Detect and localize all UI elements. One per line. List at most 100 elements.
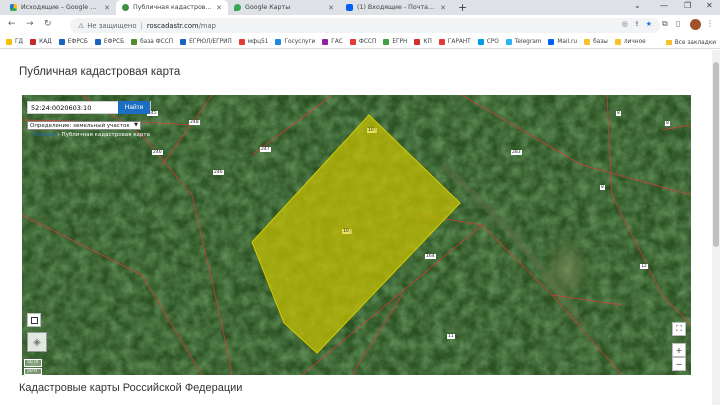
reload-icon[interactable]: ↻ bbox=[44, 19, 52, 29]
share-icon[interactable]: ⇪ bbox=[634, 20, 640, 28]
url-host: roscadastr.com bbox=[146, 21, 199, 30]
google-maps-icon bbox=[234, 4, 241, 11]
bookmark-item[interactable]: ГАРАНТ bbox=[438, 39, 471, 45]
bookmark-label: КАД bbox=[39, 39, 52, 45]
bookmark-favicon-icon bbox=[477, 39, 484, 45]
bookmark-label: базы bbox=[593, 39, 608, 45]
bookmark-label: СРО bbox=[486, 39, 499, 45]
bookmark-item[interactable]: СРО bbox=[477, 39, 499, 45]
definition-value: земельный участок bbox=[73, 122, 130, 129]
bookmark-favicon-icon bbox=[30, 39, 37, 45]
menu-icon[interactable]: ⋮ bbox=[706, 19, 714, 28]
minimize-icon[interactable]: — bbox=[660, 1, 668, 10]
tab-label: Публичная кадастровая карта bbox=[133, 4, 213, 11]
zoom-in-button[interactable]: + bbox=[672, 343, 686, 357]
tab-strip: Исходящие – Google Диск ✕ Публичная када… bbox=[0, 0, 720, 15]
close-icon[interactable]: ✕ bbox=[104, 4, 110, 12]
tab-label: Исходящие – Google Диск bbox=[21, 4, 101, 11]
maximize-icon[interactable]: ❐ bbox=[684, 1, 691, 10]
page-scrollbar[interactable] bbox=[712, 50, 720, 405]
bookmark-item[interactable]: ГД bbox=[6, 39, 23, 45]
close-icon[interactable]: ✕ bbox=[216, 4, 222, 12]
bookmark-favicon-icon bbox=[383, 39, 390, 45]
bookmark-item[interactable]: ЕГРН bbox=[383, 39, 407, 45]
bookmark-item[interactable]: база ФССП bbox=[131, 39, 173, 45]
bookmark-label: Telegram bbox=[514, 39, 542, 45]
bookmark-label: ФССП bbox=[358, 39, 377, 45]
tab-google-drive[interactable]: Исходящие – Google Диск ✕ bbox=[4, 0, 116, 15]
all-bookmarks[interactable]: Все закладки bbox=[665, 36, 716, 49]
bookmark-favicon-icon bbox=[614, 39, 621, 45]
url-path: /map bbox=[198, 21, 216, 30]
bookmark-item[interactable]: ФССП bbox=[349, 39, 377, 45]
bookmark-label: ГД bbox=[15, 39, 24, 45]
bookmark-item[interactable]: КАД bbox=[30, 39, 52, 45]
bookmark-favicon-icon bbox=[238, 39, 245, 45]
new-tab-icon[interactable]: + bbox=[458, 1, 467, 14]
breadcrumb-home-link[interactable]: Главная bbox=[32, 132, 56, 138]
bookmark-item[interactable]: мфц51 bbox=[238, 39, 269, 45]
tab-search-icon[interactable]: ⌄ bbox=[634, 1, 641, 10]
bookmark-item[interactable]: ЕФРСБ bbox=[58, 39, 88, 45]
breadcrumb: Главная › Публичная кадастровая карта bbox=[32, 132, 150, 138]
bookmark-favicon-icon bbox=[131, 39, 138, 45]
bookmark-favicon-icon bbox=[414, 39, 421, 45]
bookmark-label: мфц51 bbox=[247, 39, 269, 45]
sidebar-icon[interactable]: ▯ bbox=[676, 19, 680, 28]
bookmark-favicon-icon bbox=[94, 39, 101, 45]
bookmark-label: ЕФРСБ bbox=[67, 39, 88, 45]
close-icon[interactable]: ✕ bbox=[328, 4, 334, 12]
scale-imperial: 50 ft bbox=[24, 367, 42, 375]
bookmark-favicon-icon bbox=[180, 39, 187, 45]
bookmark-favicon-icon bbox=[584, 39, 591, 45]
back-icon[interactable]: ← bbox=[8, 19, 16, 29]
bookmark-item[interactable]: КП bbox=[414, 39, 432, 45]
tab-label: (1) Входящие - Почта Mail.ru bbox=[357, 4, 436, 11]
map-scale: 50 m 50 ft bbox=[24, 359, 42, 375]
fullscreen-button[interactable]: ⛶ bbox=[672, 322, 686, 336]
bookmark-favicon-icon bbox=[548, 39, 555, 45]
bookmark-item[interactable]: Telegram bbox=[505, 39, 542, 45]
bookmark-favicon-icon bbox=[275, 39, 282, 45]
cadastral-number-input[interactable] bbox=[28, 102, 113, 113]
warning-icon: ⚠ bbox=[78, 21, 85, 30]
bookmark-favicon-icon bbox=[6, 39, 12, 45]
bookmark-item[interactable]: ЕФРСБ bbox=[94, 39, 124, 45]
bookmark-item[interactable]: личное bbox=[614, 39, 646, 45]
tab-label: Google Карты bbox=[245, 4, 291, 11]
bookmark-item[interactable]: ЕГРЮЛ/ЕГРИП bbox=[180, 39, 232, 45]
tab-cadastral-map[interactable]: Публичная кадастровая карта ✕ bbox=[116, 0, 228, 15]
bookmark-item[interactable]: Госуслуги bbox=[275, 39, 315, 45]
bookmark-item[interactable]: ГАС bbox=[322, 39, 343, 45]
window-close-icon[interactable]: ✕ bbox=[706, 1, 713, 10]
zoom-out-button[interactable]: − bbox=[672, 357, 686, 371]
tab-google-maps[interactable]: Google Карты ✕ bbox=[228, 0, 340, 15]
selected-parcel bbox=[251, 114, 461, 354]
bookmark-star-icon[interactable]: ★ bbox=[646, 20, 652, 28]
forward-icon[interactable]: → bbox=[26, 19, 34, 29]
fullscreen-icon: ⛶ bbox=[676, 324, 682, 333]
bookmark-label: ГАС bbox=[331, 39, 343, 45]
browser-toolbar: ← → ↻ ⚠ Не защищено | roscadastr.com/map… bbox=[0, 15, 720, 36]
google-lens-icon[interactable]: ◎ bbox=[622, 20, 628, 28]
bookmark-item[interactable]: базы bbox=[584, 39, 608, 45]
bookmark-label: личное bbox=[623, 39, 646, 45]
bookmark-favicon-icon bbox=[58, 39, 65, 45]
address-bar[interactable]: ⚠ Не защищено | roscadastr.com/map ◎ ⇪ ★ bbox=[70, 18, 660, 33]
close-icon[interactable]: ✕ bbox=[440, 4, 446, 12]
square-toggle-button[interactable] bbox=[27, 313, 41, 327]
layers-button[interactable]: ◈ bbox=[27, 332, 47, 352]
scrollbar-thumb[interactable] bbox=[713, 62, 719, 247]
tab-mail[interactable]: (1) Входящие - Почта Mail.ru ✕ bbox=[340, 0, 452, 15]
profile-avatar[interactable] bbox=[690, 19, 701, 30]
extensions-icon[interactable]: ⧉ bbox=[662, 19, 668, 29]
bookmark-item[interactable]: Mail.ru bbox=[548, 39, 577, 45]
find-button[interactable]: Найти bbox=[118, 101, 150, 114]
bookmark-label: Госуслуги bbox=[284, 39, 316, 45]
cadastral-map[interactable]: 345 248 247 246 283 8 8 8 10 10 164 12 1… bbox=[22, 95, 691, 375]
parcel-number-label: 10 bbox=[367, 128, 375, 133]
layers-icon: ◈ bbox=[33, 336, 41, 348]
definition-select[interactable]: Определение: земельный участок ▼ bbox=[27, 121, 141, 130]
breadcrumb-current: Публичная кадастровая карта bbox=[61, 132, 150, 138]
bookmark-label: ЕГРН bbox=[392, 39, 408, 45]
